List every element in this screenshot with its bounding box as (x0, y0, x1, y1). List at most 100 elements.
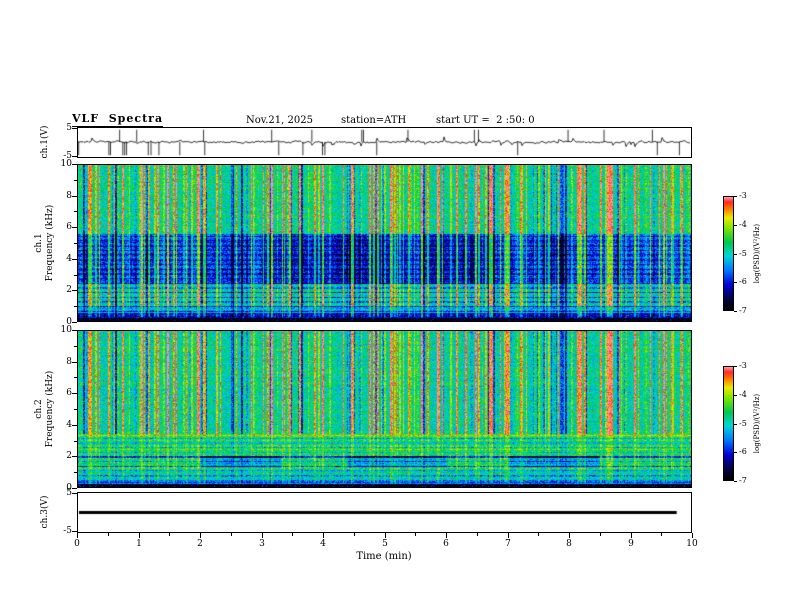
colorbar-tick-label: -6 (739, 277, 747, 286)
tick-mark (72, 330, 77, 331)
colorbar-1 (723, 196, 734, 311)
colorbar-1-canvas (724, 197, 733, 310)
tick-mark (734, 481, 737, 482)
y-axis-tick-label: 4 (66, 254, 72, 264)
tick-mark (292, 533, 293, 536)
tick-mark (72, 456, 77, 457)
x-axis-tick-label: 3 (259, 539, 265, 549)
station-label: station=ATH (341, 115, 407, 126)
tick-mark (661, 533, 662, 536)
x-axis-tick-label: 0 (74, 539, 80, 549)
ch1-spectrogram-ylabel-line2: Frequency (kHz) (45, 204, 55, 282)
tick-mark (169, 533, 170, 536)
tick-mark (74, 243, 77, 244)
figure-title: VLF Spectra (72, 112, 164, 127)
figure-date: Nov.21, 2025 (246, 115, 313, 126)
colorbar-tick-label: -5 (739, 249, 747, 258)
tick-mark (72, 227, 77, 228)
y-axis-tick-label: -5 (63, 151, 72, 161)
tick-mark (72, 531, 77, 532)
ch1-waveform-ylabel: ch.1(V) (40, 125, 50, 159)
colorbar-tick-label: -7 (739, 476, 747, 485)
y-axis-tick-label: 6 (66, 222, 72, 232)
tick-mark (72, 290, 77, 291)
x-axis-tick-label: 4 (320, 539, 326, 549)
tick-mark (74, 306, 77, 307)
tick-mark (77, 533, 78, 538)
colorbar-2-canvas (724, 367, 733, 480)
ch3-waveform-canvas (78, 493, 691, 532)
ch1-waveform-canvas (78, 128, 691, 157)
colorbar-tick-label: -4 (739, 390, 747, 399)
tick-mark (600, 533, 601, 536)
tick-mark (354, 533, 355, 536)
x-axis-label: Time (min) (356, 551, 412, 562)
tick-mark (108, 533, 109, 536)
tick-mark (72, 196, 77, 197)
x-axis-tick-label: 2 (197, 539, 203, 549)
tick-mark (72, 488, 77, 489)
colorbar-tick-label: -3 (739, 361, 747, 370)
y-axis-tick-label: 2 (66, 285, 72, 295)
ch2-spectrogram-canvas (78, 331, 691, 487)
x-axis-tick-label: 10 (686, 539, 698, 549)
colorbar-tick-label: -7 (739, 306, 747, 315)
tick-mark (734, 311, 737, 312)
ch2-spectrogram-ylabel-line1: ch.2 (34, 399, 44, 419)
y-axis-tick-label: -5 (63, 526, 72, 536)
tick-mark (231, 533, 232, 536)
colorbar-tick-label: -6 (739, 447, 747, 456)
ch2-spectrogram-ylabel-line2: Frequency (kHz) (45, 370, 55, 448)
tick-mark (74, 472, 77, 473)
tick-mark (385, 533, 386, 538)
tick-mark (477, 533, 478, 536)
tick-mark (538, 533, 539, 536)
tick-mark (72, 425, 77, 426)
tick-mark (72, 393, 77, 394)
tick-mark (72, 156, 77, 157)
tick-mark (734, 196, 737, 197)
y-axis-tick-label: 8 (66, 357, 72, 367)
y-axis-tick-label: 10 (60, 325, 72, 335)
tick-mark (72, 322, 77, 323)
x-axis-tick-label: 6 (443, 539, 449, 549)
tick-mark (734, 424, 737, 425)
tick-mark (74, 346, 77, 347)
y-axis-tick-label: 6 (66, 388, 72, 398)
tick-mark (139, 533, 140, 538)
tick-mark (72, 164, 77, 165)
tick-mark (74, 409, 77, 410)
y-axis-tick-label: 2 (66, 451, 72, 461)
tick-mark (74, 275, 77, 276)
tick-mark (72, 259, 77, 260)
tick-mark (415, 533, 416, 536)
y-axis-tick-label: 4 (66, 420, 72, 430)
colorbar-tick-label: -4 (739, 220, 747, 229)
colorbar-tick-label: -5 (739, 419, 747, 428)
ch2-spectrogram-ylabel: ch.2 Frequency (kHz) (34, 330, 56, 488)
ch3-waveform-panel (77, 492, 692, 533)
ch1-spectrogram-panel (77, 164, 692, 322)
vlf-spectra-figure: VLF Spectra Nov.21, 2025 station=ATH sta… (0, 0, 792, 612)
tick-mark (569, 533, 570, 538)
x-axis-tick-label: 1 (136, 539, 142, 549)
tick-mark (734, 282, 737, 283)
y-axis-tick-label: 5 (66, 488, 72, 498)
start-ut-label: start UT = 2 :50: 0 (436, 115, 535, 126)
tick-mark (72, 362, 77, 363)
tick-mark (262, 533, 263, 538)
tick-mark (323, 533, 324, 538)
tick-mark (508, 533, 509, 538)
tick-mark (72, 493, 77, 494)
tick-mark (734, 225, 737, 226)
colorbar-tick-label: -3 (739, 191, 747, 200)
tick-mark (200, 533, 201, 538)
x-axis-tick-label: 7 (505, 539, 511, 549)
ch1-spectrogram-canvas (78, 165, 691, 321)
tick-mark (74, 441, 77, 442)
tick-mark (734, 366, 737, 367)
tick-mark (734, 452, 737, 453)
y-axis-tick-label: 8 (66, 191, 72, 201)
ch1-spectrogram-ylabel: ch.1 Frequency (kHz) (34, 164, 56, 322)
tick-mark (74, 180, 77, 181)
